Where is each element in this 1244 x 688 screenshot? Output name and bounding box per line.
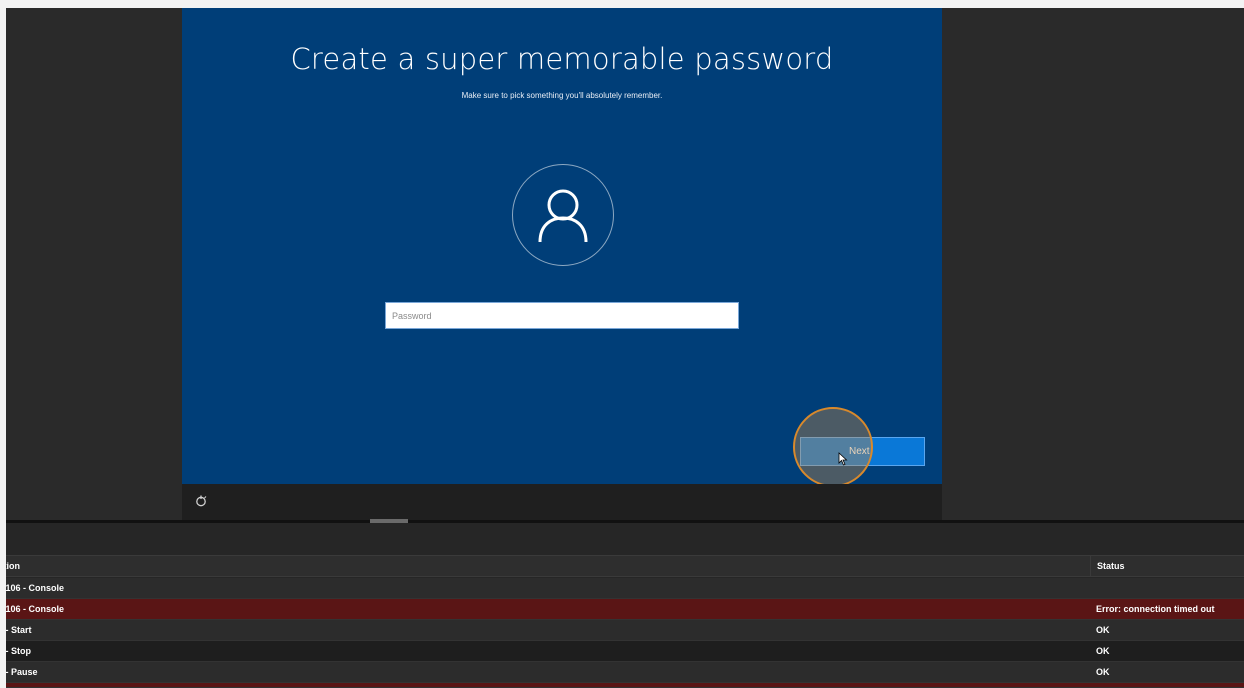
task-description: 7 106 - Console bbox=[6, 604, 65, 614]
task-status: OK bbox=[1096, 667, 1110, 677]
task-status: Error: connection timed out bbox=[1096, 604, 1215, 614]
task-description: 7 106 - Console bbox=[6, 583, 65, 593]
vm-console[interactable]: Create a super memorable password Make s… bbox=[182, 8, 942, 520]
vm-manager-screen: Create a super memorable password Make s… bbox=[6, 8, 1244, 688]
password-field[interactable] bbox=[385, 302, 739, 329]
table-row[interactable]: 6 - Stop OK bbox=[6, 641, 1244, 662]
page-subtitle: Make sure to pick something you'll absol… bbox=[461, 91, 663, 100]
next-button[interactable]: Next bbox=[800, 437, 925, 466]
task-list-panel: ption Status 7 106 - Console 7 106 - Con… bbox=[6, 523, 1244, 688]
task-description: 6 - Stop bbox=[6, 646, 31, 656]
table-row-partial bbox=[6, 683, 1244, 688]
table-row[interactable]: 6 - Start OK bbox=[6, 620, 1244, 641]
task-status: OK bbox=[1096, 625, 1110, 635]
page-title: Create a super memorable password bbox=[290, 42, 834, 76]
column-header-status[interactable]: Status bbox=[1090, 556, 1244, 576]
task-table-header: ption Status bbox=[6, 555, 1244, 577]
table-row-error[interactable]: 7 106 - Console Error: connection timed … bbox=[6, 599, 1244, 620]
oobe-bottom-bar bbox=[182, 484, 942, 520]
task-status bbox=[1090, 578, 1244, 598]
table-row[interactable]: 7 106 - Console bbox=[6, 578, 1244, 599]
ease-of-access-icon[interactable] bbox=[194, 494, 208, 508]
table-row[interactable]: 6 - Pause OK bbox=[6, 662, 1244, 683]
column-header-description[interactable]: ption bbox=[6, 556, 1086, 576]
task-description: 6 - Pause bbox=[6, 667, 38, 677]
task-status: OK bbox=[1096, 646, 1110, 656]
task-description: 6 - Start bbox=[6, 625, 32, 635]
user-icon bbox=[512, 164, 614, 266]
